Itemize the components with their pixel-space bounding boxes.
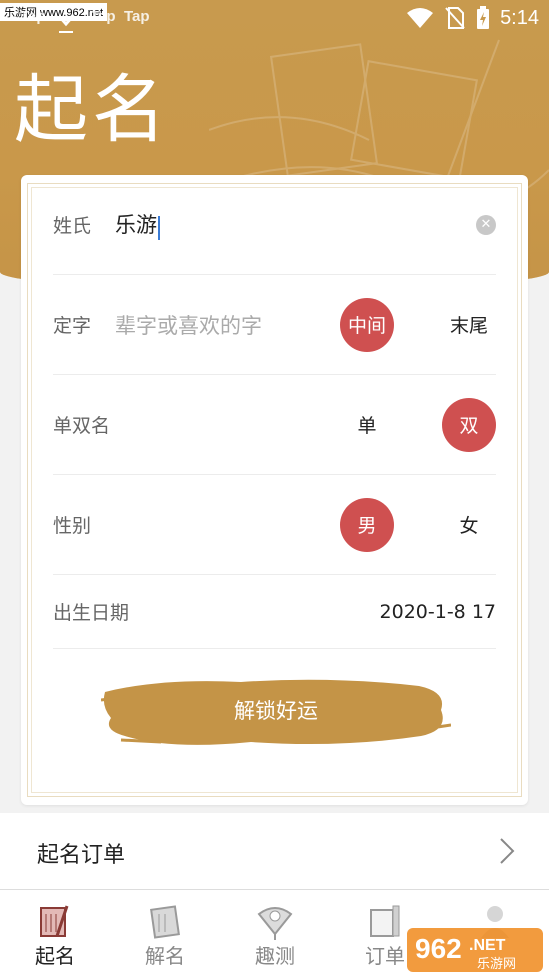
naming-form-card: 姓氏 乐游 ✕ 定字 辈字或喜欢的字 中间 末尾 单双名 单 双 性别 男 女 … bbox=[21, 175, 528, 805]
nav-label: 起名 bbox=[35, 944, 75, 968]
page-title: 起名 bbox=[14, 67, 170, 153]
clear-icon[interactable]: ✕ bbox=[476, 214, 496, 235]
surname-value: 乐游 bbox=[115, 213, 157, 238]
nav-item-fun-test[interactable]: 趣测 bbox=[220, 890, 330, 976]
logo-number: 962 bbox=[415, 933, 462, 964]
chevron-right-icon bbox=[500, 838, 515, 864]
birth-date-label: 出生日期 bbox=[53, 602, 130, 624]
single-name-option[interactable]: 单 bbox=[340, 398, 394, 452]
tap-label: Tap bbox=[124, 8, 150, 25]
naming-orders-row[interactable]: 起名订单 bbox=[0, 813, 549, 890]
text-cursor bbox=[158, 215, 160, 240]
fan-icon bbox=[257, 907, 293, 940]
female-option[interactable]: 女 bbox=[442, 498, 496, 552]
naming-orders-label: 起名订单 bbox=[37, 843, 126, 868]
fixed-char-label: 定字 bbox=[53, 315, 92, 337]
scroll-icon bbox=[370, 905, 400, 937]
surname-row: 姓氏 乐游 ✕ bbox=[53, 175, 496, 275]
clock: 5:14 bbox=[500, 6, 539, 29]
birth-date-value[interactable]: 2020-1-8 17 bbox=[380, 601, 496, 623]
unlock-luck-label: 解锁好运 bbox=[234, 699, 318, 723]
birth-date-row[interactable]: 出生日期 2020-1-8 17 bbox=[53, 575, 496, 649]
scroll-book-icon bbox=[150, 905, 180, 939]
double-name-option[interactable]: 双 bbox=[442, 397, 496, 452]
name-length-label: 单双名 bbox=[53, 415, 111, 437]
position-end-option[interactable]: 末尾 bbox=[442, 298, 496, 352]
nav-item-naming[interactable]: 起名 bbox=[0, 890, 110, 976]
logo-text: 乐游网 bbox=[477, 957, 516, 972]
no-sim-icon bbox=[445, 7, 465, 29]
unlock-luck-button[interactable]: 解锁好运 bbox=[100, 670, 452, 750]
nav-label: 解名 bbox=[145, 944, 185, 968]
surname-label: 姓氏 bbox=[53, 215, 92, 237]
tap-label: Tap bbox=[20, 8, 46, 25]
gender-row: 性别 男 女 bbox=[53, 475, 496, 575]
tap-label: Tap bbox=[90, 8, 116, 25]
gender-label: 性别 bbox=[53, 515, 92, 537]
logo-suffix: .NET bbox=[469, 937, 506, 954]
surname-input[interactable]: 乐游 bbox=[115, 209, 160, 240]
nav-item-interpret[interactable]: 解名 bbox=[110, 890, 220, 976]
battery-charging-icon bbox=[477, 6, 490, 29]
wifi-icon bbox=[407, 8, 434, 28]
fixed-char-row: 定字 辈字或喜欢的字 中间 末尾 bbox=[53, 275, 496, 375]
male-option[interactable]: 男 bbox=[340, 497, 394, 552]
site-watermark-logo: 962 .NET 乐游网 bbox=[407, 928, 543, 972]
position-middle-option[interactable]: 中间 bbox=[340, 297, 394, 352]
nav-label: 趣测 bbox=[255, 944, 295, 968]
fixed-char-input[interactable]: 辈字或喜欢的字 bbox=[115, 310, 262, 340]
status-bar: 乐游网 www.962.net Tap Tap Tap 5:14 bbox=[0, 0, 549, 36]
name-length-row: 单双名 单 双 bbox=[53, 375, 496, 475]
download-icon bbox=[57, 15, 75, 33]
naming-book-icon bbox=[40, 905, 69, 937]
